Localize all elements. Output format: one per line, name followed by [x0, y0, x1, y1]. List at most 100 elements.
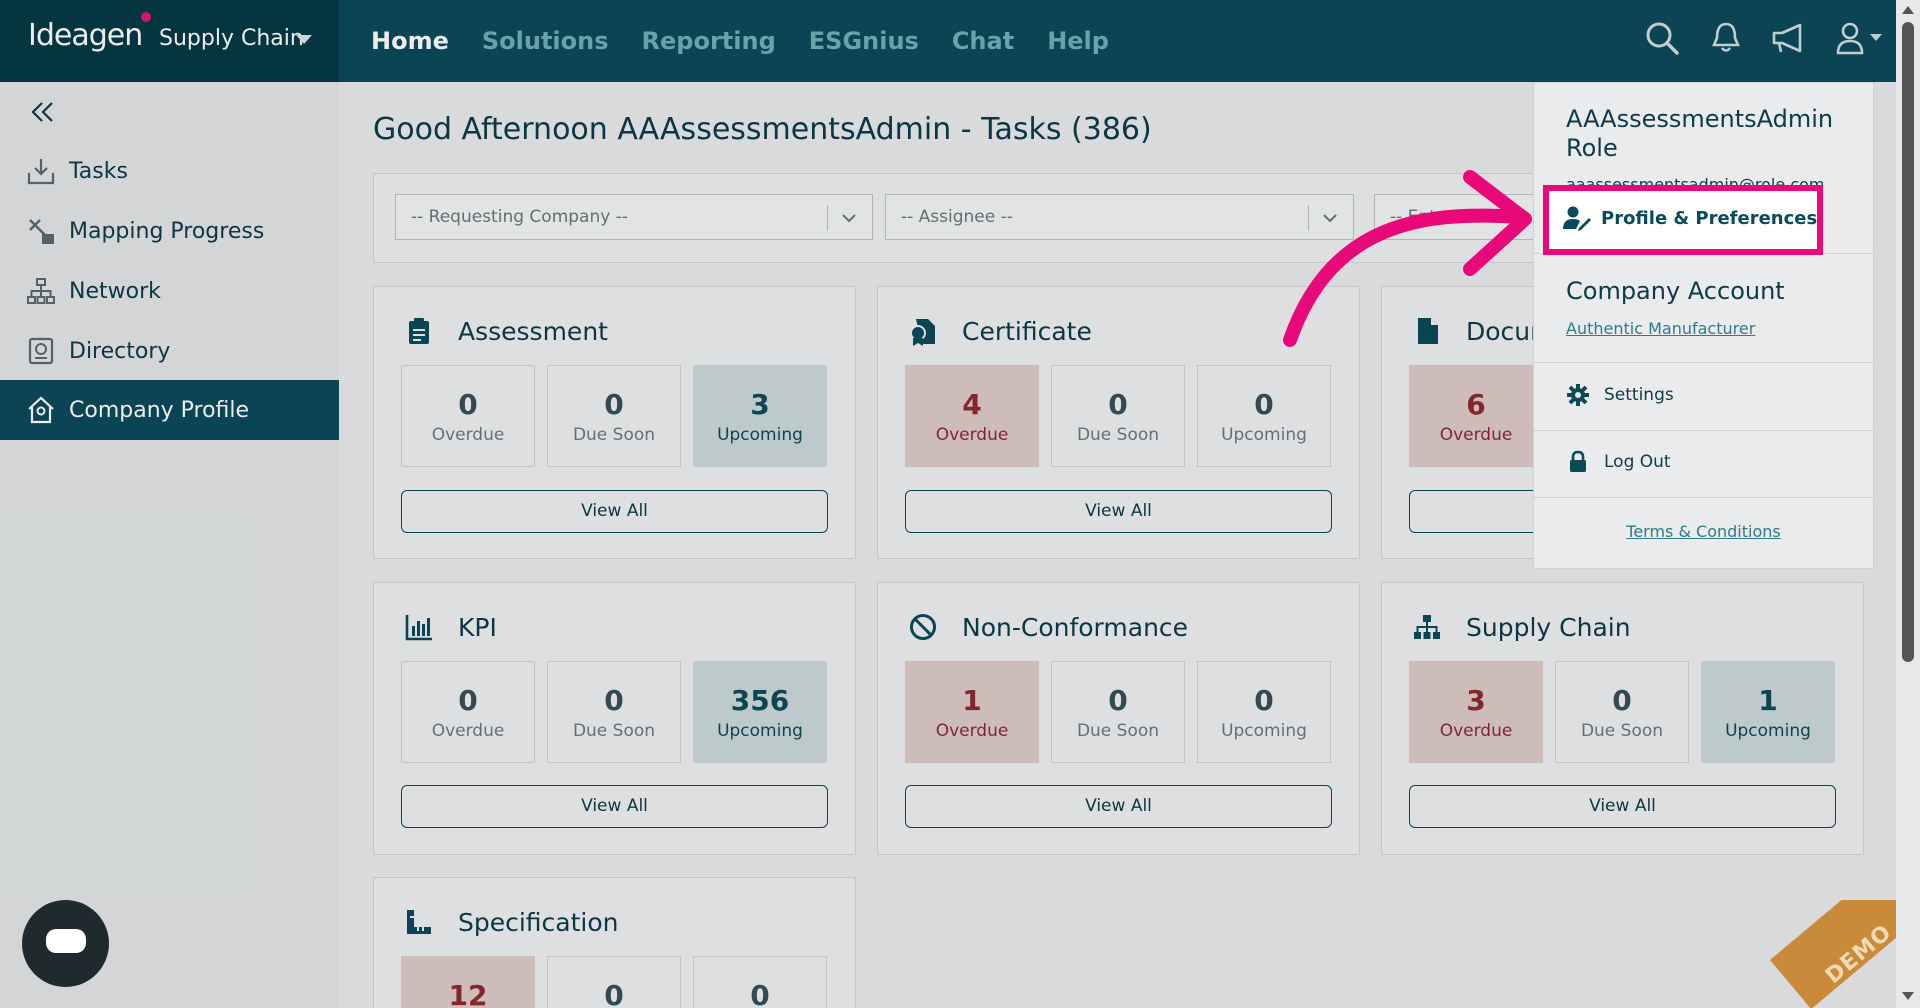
- card-specification: Specification 12 0 0: [373, 877, 856, 1008]
- view-all-button[interactable]: View All: [1409, 785, 1836, 828]
- nav-chat[interactable]: Chat: [952, 27, 1014, 55]
- stat-overdue[interactable]: 0 Overdue: [401, 661, 535, 763]
- stat-upcoming[interactable]: 0 Upcoming: [1197, 365, 1331, 467]
- logout-menu-item[interactable]: Log Out: [1566, 447, 1671, 477]
- stat-value: 0: [458, 684, 478, 717]
- mapping-progress-icon: [26, 216, 56, 246]
- profile-preferences-menu-item[interactable]: Profile & Preferences: [1543, 185, 1823, 255]
- user-edit-icon: [1563, 205, 1591, 231]
- sidebar-item-tasks[interactable]: Tasks: [0, 141, 339, 201]
- stat-label: Due Soon: [1076, 721, 1160, 741]
- company-name-link[interactable]: Authentic Manufacturer: [1566, 319, 1755, 338]
- stat-value: 3: [1466, 684, 1486, 717]
- scroll-down-icon[interactable]: [1902, 992, 1914, 1000]
- bell-icon[interactable]: [1706, 18, 1746, 58]
- stat-label: Overdue: [935, 721, 1009, 741]
- stat-overdue[interactable]: 12: [401, 956, 535, 1008]
- sidebar-item-network[interactable]: Network: [0, 261, 339, 321]
- stat-due-soon[interactable]: 0 Due Soon: [1555, 661, 1689, 763]
- product-name: Supply Chain: [159, 26, 304, 51]
- view-all-button[interactable]: View All: [401, 785, 828, 828]
- requesting-company-select[interactable]: -- Requesting Company --: [395, 194, 873, 240]
- sidebar-item-label: Network: [69, 278, 161, 304]
- stat-due-soon[interactable]: 0 Due Soon: [1051, 661, 1185, 763]
- sidebar-item-label: Directory: [69, 338, 171, 364]
- user-name: AAAssessmentsAdmin Role: [1566, 105, 1834, 162]
- user-dropdown-menu: AAAssessmentsAdmin Role aaassessmentsadm…: [1533, 82, 1874, 569]
- stat-value: 0: [1254, 388, 1274, 421]
- lock-icon: [1566, 450, 1590, 474]
- nav-home[interactable]: Home: [371, 27, 449, 55]
- chat-bubble-icon: [46, 929, 86, 953]
- nav-esgnius[interactable]: ESGnius: [809, 27, 919, 55]
- brand-switcher[interactable]: Ideagen Supply Chain: [0, 0, 339, 82]
- stat-value: 0: [1108, 388, 1128, 421]
- view-all-button[interactable]: View All: [905, 785, 1332, 828]
- card-title: Certificate: [962, 316, 1092, 346]
- stat-upcoming[interactable]: 3 Upcoming: [693, 365, 827, 467]
- sidebar-item-label: Tasks: [69, 158, 128, 184]
- ban-icon: [908, 612, 938, 642]
- stat-value: 12: [448, 979, 488, 1008]
- select-value: -- Requesting Company --: [411, 207, 628, 227]
- stat-label: Overdue: [431, 721, 505, 741]
- card-assessment: Assessment 0 Overdue 0 Due Soon 3 Upcoming …: [373, 286, 856, 559]
- scroll-up-icon[interactable]: [1902, 6, 1914, 14]
- sidebar-item-directory[interactable]: Directory: [0, 321, 339, 381]
- divider: [1534, 497, 1873, 498]
- bar-chart-icon: [404, 612, 434, 642]
- gear-icon: [1566, 383, 1590, 407]
- logout-label: Log Out: [1604, 452, 1671, 472]
- view-all-button[interactable]: View All: [401, 490, 828, 533]
- stat-label: Upcoming: [1221, 425, 1307, 445]
- stat-label: Due Soon: [1580, 721, 1664, 741]
- sidebar-item-label: Company Profile: [69, 397, 250, 423]
- download-tray-icon: [26, 156, 56, 186]
- stat-due-soon[interactable]: 0 Due Soon: [547, 661, 681, 763]
- stat-overdue[interactable]: 0 Overdue: [401, 365, 535, 467]
- scrollbar-thumb[interactable]: [1902, 22, 1914, 662]
- stat-label: Overdue: [1439, 425, 1513, 445]
- search-icon[interactable]: [1642, 18, 1682, 58]
- stat-value: 0: [604, 979, 624, 1008]
- ruler-icon: [404, 907, 434, 937]
- user-menu-icon[interactable]: [1834, 18, 1890, 58]
- collapse-sidebar-icon[interactable]: [28, 98, 56, 126]
- card-title: Non-Conformance: [962, 612, 1189, 642]
- view-all-button[interactable]: View All: [905, 490, 1332, 533]
- megaphone-icon[interactable]: [1770, 18, 1810, 58]
- page-scrollbar[interactable]: [1896, 0, 1920, 1008]
- stat-due-soon[interactable]: 0 Due Soon: [547, 365, 681, 467]
- stat-label: Overdue: [431, 425, 505, 445]
- stat-value: 4: [962, 388, 982, 421]
- sidebar-item-company-profile[interactable]: Company Profile: [0, 380, 339, 440]
- page-title: Good Afternoon AAAssessmentsAdmin - Task…: [373, 112, 1152, 147]
- stat-upcoming[interactable]: 0: [693, 956, 827, 1008]
- nav-solutions[interactable]: Solutions: [482, 27, 609, 55]
- ideagen-logo: Ideagen: [28, 18, 143, 53]
- nav-reporting[interactable]: Reporting: [642, 27, 776, 55]
- stat-label: Upcoming: [1221, 721, 1307, 741]
- stat-overdue[interactable]: 1 Overdue: [905, 661, 1039, 763]
- terms-link[interactable]: Terms & Conditions: [1534, 522, 1873, 541]
- logo-accent-dot: [141, 12, 151, 22]
- nav-help[interactable]: Help: [1047, 27, 1109, 55]
- stat-upcoming[interactable]: 356 Upcoming: [693, 661, 827, 763]
- stat-due-soon[interactable]: 0 Due Soon: [1051, 365, 1185, 467]
- stat-due-soon[interactable]: 0: [547, 956, 681, 1008]
- stat-upcoming[interactable]: 0 Upcoming: [1197, 661, 1331, 763]
- stat-label: Overdue: [1439, 721, 1513, 741]
- sidebar-item-mapping-progress[interactable]: Mapping Progress: [0, 201, 339, 261]
- stat-overdue[interactable]: 4 Overdue: [905, 365, 1039, 467]
- chevron-down-icon: [296, 35, 312, 44]
- settings-menu-item[interactable]: Settings: [1566, 380, 1674, 410]
- stat-value: 0: [604, 684, 624, 717]
- stat-overdue[interactable]: 3 Overdue: [1409, 661, 1543, 763]
- stat-overdue[interactable]: 6 Overdue: [1409, 365, 1543, 467]
- chat-launcher-button[interactable]: [22, 900, 109, 987]
- top-bar: Ideagen Supply Chain Home Solutions Repo…: [0, 0, 1920, 82]
- demo-ribbon: DEMO: [1760, 900, 1896, 1008]
- card-title: Specification: [458, 907, 619, 937]
- sidebar: Tasks Mapping Progress Network Directory…: [0, 82, 339, 1008]
- stat-upcoming[interactable]: 1 Upcoming: [1701, 661, 1835, 763]
